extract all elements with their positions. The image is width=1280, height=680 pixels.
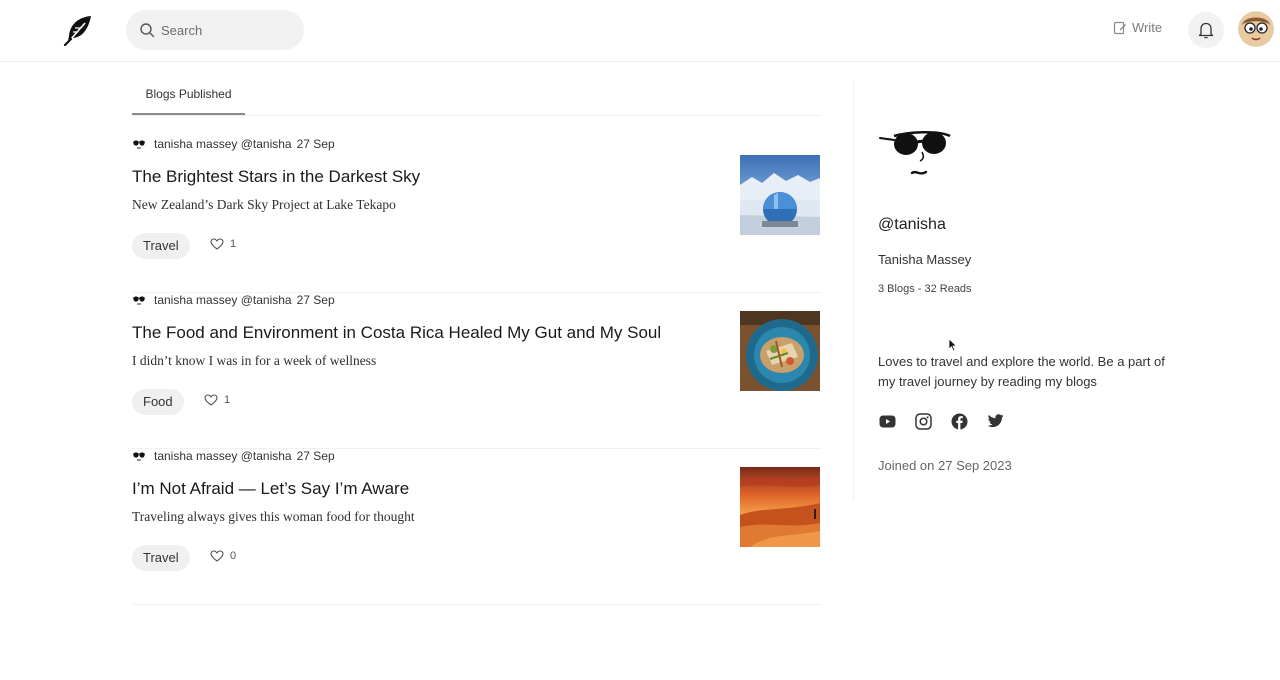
article-meta: tanisha massey @tanisha 27 Sep [132,293,335,307]
instagram-icon[interactable] [914,412,932,430]
search-input[interactable] [161,22,291,38]
profile-bio: Loves to travel and explore the world. B… [878,354,1165,389]
heart-icon [204,394,218,406]
tab-blogs-published[interactable]: Blogs Published [132,84,245,115]
search-bar[interactable] [126,10,304,50]
article-meta: tanisha massey @tanisha 27 Sep [132,137,335,151]
like-button[interactable]: 1 [204,394,230,406]
user-avatar[interactable] [1238,11,1274,47]
article-thumbnail-food[interactable] [740,311,820,391]
social-links [878,412,1004,430]
article-author[interactable]: tanisha massey @tanisha [154,137,292,151]
like-count: 1 [224,394,231,406]
profile-handle: @tanisha [878,216,946,233]
write-label: Write [1132,20,1163,35]
write-icon [1113,21,1127,35]
profile-avatar-sunglasses [878,126,954,182]
top-navbar: Write [0,0,1280,62]
article-tag[interactable]: Food [132,389,184,415]
author-avatar-icon [132,138,146,150]
youtube-icon[interactable] [878,412,896,430]
author-avatar-icon [132,294,146,306]
article-tag[interactable]: Travel [132,545,190,571]
like-button[interactable]: 1 [210,238,236,250]
article-thumbnail-desert[interactable] [740,467,820,547]
article-date: 27 Sep [296,293,335,307]
notifications-button[interactable] [1188,12,1224,48]
article-date: 27 Sep [296,137,335,151]
article-title[interactable]: The Brightest Stars in the Darkest Sky [132,167,420,187]
mouse-cursor-icon [948,338,958,352]
like-count: 0 [230,550,237,562]
article-subtitle[interactable]: I didn’t know I was in for a week of wel… [132,353,376,369]
article-card[interactable]: tanisha massey @tanisha 27 Sep The Food … [132,293,822,449]
author-avatar-icon [132,450,146,462]
article-thumbnail-observatory[interactable] [740,155,820,235]
profile-name: Tanisha Massey [878,252,972,267]
like-button[interactable]: 0 [210,550,236,562]
facebook-icon[interactable] [950,412,968,430]
write-button[interactable]: Write [1113,20,1162,35]
article-card[interactable]: tanisha massey @tanisha 27 Sep The Brigh… [132,137,822,293]
heart-icon [210,550,224,562]
article-meta: tanisha massey @tanisha 27 Sep [132,449,335,463]
search-icon [139,22,155,38]
article-title[interactable]: I’m Not Afraid — Let’s Say I’m Aware [132,479,409,499]
heart-icon [210,238,224,250]
like-count: 1 [230,238,237,250]
author-profile-sidebar: @tanisha Tanisha Massey 3 Blogs - 32 Rea… [853,80,1193,500]
article-tag[interactable]: Travel [132,233,190,259]
article-subtitle[interactable]: New Zealand’s Dark Sky Project at Lake T… [132,197,396,213]
feather-logo-icon[interactable] [61,14,95,47]
article-title[interactable]: The Food and Environment in Costa Rica H… [132,323,661,343]
profile-tabs: Blogs Published [132,84,822,116]
profile-stats: 3 Blogs - 32 Reads [878,283,972,295]
article-card[interactable]: tanisha massey @tanisha 27 Sep I’m Not A… [132,449,822,605]
twitter-icon[interactable] [986,412,1004,430]
profile-joined-date: Joined on 27 Sep 2023 [878,458,1012,473]
article-author[interactable]: tanisha massey @tanisha [154,293,292,307]
bell-icon [1198,21,1214,39]
article-date: 27 Sep [296,449,335,463]
article-author[interactable]: tanisha massey @tanisha [154,449,292,463]
article-subtitle[interactable]: Traveling always gives this woman food f… [132,509,415,525]
